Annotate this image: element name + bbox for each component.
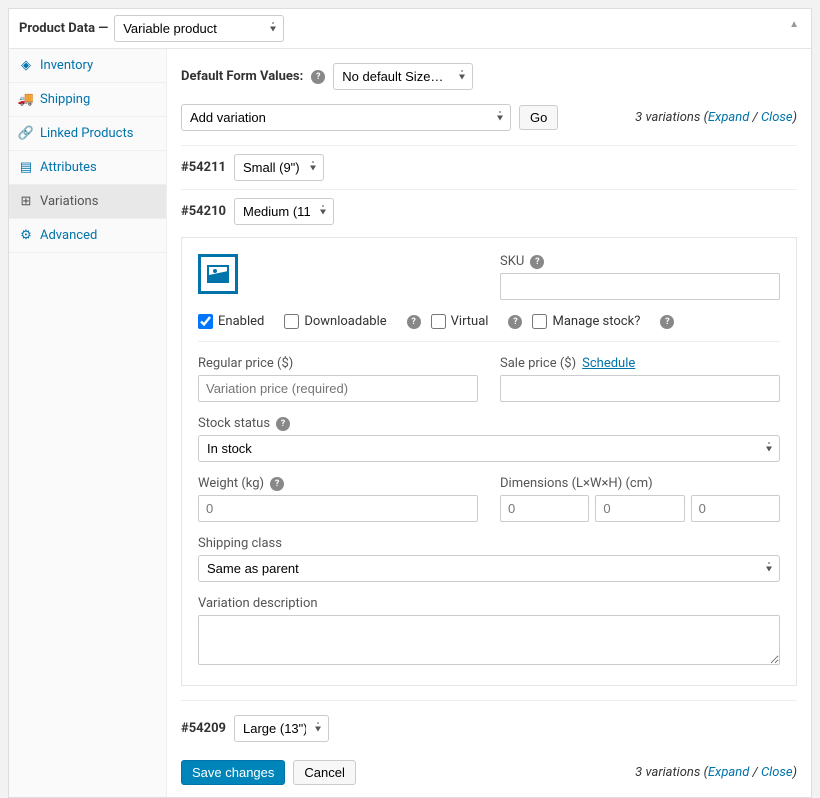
variation-body-54210: SKU ? Enabled Downloadable <box>181 237 797 686</box>
shipping-class-select[interactable]: Same as parent <box>198 555 780 582</box>
add-variation-select[interactable]: Add variation <box>181 104 511 131</box>
default-form-values-label: Default Form Values: <box>181 69 303 84</box>
enabled-checkbox[interactable] <box>198 314 213 329</box>
help-icon[interactable]: ? <box>407 315 421 329</box>
help-icon[interactable]: ? <box>660 315 674 329</box>
stock-status-label: Stock status <box>198 416 270 431</box>
length-input[interactable] <box>500 495 589 522</box>
manage-stock-checkbox[interactable] <box>532 314 547 329</box>
close-link[interactable]: Close <box>761 110 793 125</box>
variation-id: #54210 <box>181 204 226 219</box>
sidebar-item-label: Inventory <box>40 58 93 73</box>
sidebar-item-attributes[interactable]: ▤ Attributes <box>9 151 166 185</box>
sidebar-item-advanced[interactable]: ⚙ Advanced <box>9 219 166 253</box>
sidebar: ◈ Inventory 🚚 Shipping 🔗 Linked Products… <box>9 49 167 797</box>
variation-description-label: Variation description <box>198 596 318 611</box>
help-icon[interactable]: ? <box>530 255 544 269</box>
schedule-link[interactable]: Schedule <box>582 356 635 371</box>
sidebar-item-inventory[interactable]: ◈ Inventory <box>9 49 166 83</box>
downloadable-checkbox-label[interactable]: Downloadable <box>284 314 386 329</box>
variation-id: #54209 <box>181 721 226 736</box>
weight-input[interactable] <box>198 495 478 522</box>
enabled-checkbox-label[interactable]: Enabled <box>198 314 264 329</box>
sidebar-item-label: Shipping <box>40 92 90 107</box>
variation-image-placeholder[interactable] <box>198 254 238 294</box>
height-input[interactable] <box>691 495 780 522</box>
panel-collapse-icon[interactable]: ▲ <box>789 19 799 30</box>
cancel-button[interactable]: Cancel <box>293 760 355 785</box>
list-icon: ▤ <box>19 160 33 175</box>
help-icon[interactable]: ? <box>270 477 284 491</box>
help-icon[interactable]: ? <box>276 417 290 431</box>
sidebar-item-label: Linked Products <box>40 126 133 141</box>
sidebar-item-label: Variations <box>40 194 98 209</box>
width-input[interactable] <box>595 495 684 522</box>
product-type-select[interactable]: Variable product <box>114 15 284 42</box>
default-size-select[interactable]: No default Size… <box>333 63 473 90</box>
manage-stock-checkbox-label[interactable]: Manage stock? <box>532 314 640 329</box>
variation-header-54210[interactable]: #54210 Medium (11") <box>181 189 797 233</box>
gear-icon: ⚙ <box>19 228 33 243</box>
close-link[interactable]: Close <box>761 765 793 780</box>
downloadable-checkbox[interactable] <box>284 314 299 329</box>
sale-price-input[interactable] <box>500 375 780 402</box>
link-icon: 🔗 <box>19 126 33 141</box>
expand-link[interactable]: Expand <box>708 110 749 125</box>
variation-header-54211[interactable]: #54211 Small (9") <box>181 145 797 189</box>
variation-header-54209[interactable]: #54209 Large (13") <box>181 700 797 750</box>
sku-input[interactable] <box>500 273 780 300</box>
panel-header: Product Data — Variable product ▲ <box>9 9 811 49</box>
main-content: Default Form Values: ? No default Size… … <box>167 49 811 797</box>
help-icon[interactable]: ? <box>311 70 325 84</box>
variation-size-select[interactable]: Small (9") <box>234 154 324 181</box>
image-icon <box>207 265 229 283</box>
regular-price-label: Regular price ($) <box>198 356 293 371</box>
virtual-checkbox-label[interactable]: Virtual <box>431 314 489 329</box>
panel-title: Product Data — <box>19 21 108 36</box>
regular-price-input[interactable] <box>198 375 478 402</box>
sku-label: SKU <box>500 254 524 269</box>
weight-label: Weight (kg) <box>198 476 264 491</box>
sidebar-item-label: Advanced <box>40 228 97 243</box>
go-button[interactable]: Go <box>519 105 558 130</box>
variations-count-text-footer: 3 variations (Expand / Close) <box>635 765 797 780</box>
dimensions-label: Dimensions (L×W×H) (cm) <box>500 476 653 491</box>
grid-icon: ⊞ <box>19 194 33 209</box>
variation-id: #54211 <box>181 160 226 175</box>
virtual-checkbox[interactable] <box>431 314 446 329</box>
product-data-panel: Product Data — Variable product ▲ ◈ Inve… <box>8 8 812 798</box>
variation-description-input[interactable] <box>198 615 780 665</box>
sidebar-item-label: Attributes <box>40 160 97 175</box>
sidebar-item-variations[interactable]: ⊞ Variations <box>9 185 166 219</box>
sale-price-label: Sale price ($) <box>500 356 576 371</box>
variations-count-text: 3 variations (Expand / Close) <box>635 110 797 125</box>
expand-link[interactable]: Expand <box>708 765 749 780</box>
save-changes-button[interactable]: Save changes <box>181 760 285 785</box>
variation-size-select[interactable]: Large (13") <box>234 715 329 742</box>
variation-size-select[interactable]: Medium (11") <box>234 198 334 225</box>
inventory-icon: ◈ <box>19 58 33 73</box>
sidebar-item-linked[interactable]: 🔗 Linked Products <box>9 117 166 151</box>
truck-icon: 🚚 <box>19 92 33 107</box>
shipping-class-label: Shipping class <box>198 536 282 551</box>
sidebar-item-shipping[interactable]: 🚚 Shipping <box>9 83 166 117</box>
help-icon[interactable]: ? <box>508 315 522 329</box>
stock-status-select[interactable]: In stock <box>198 435 780 462</box>
